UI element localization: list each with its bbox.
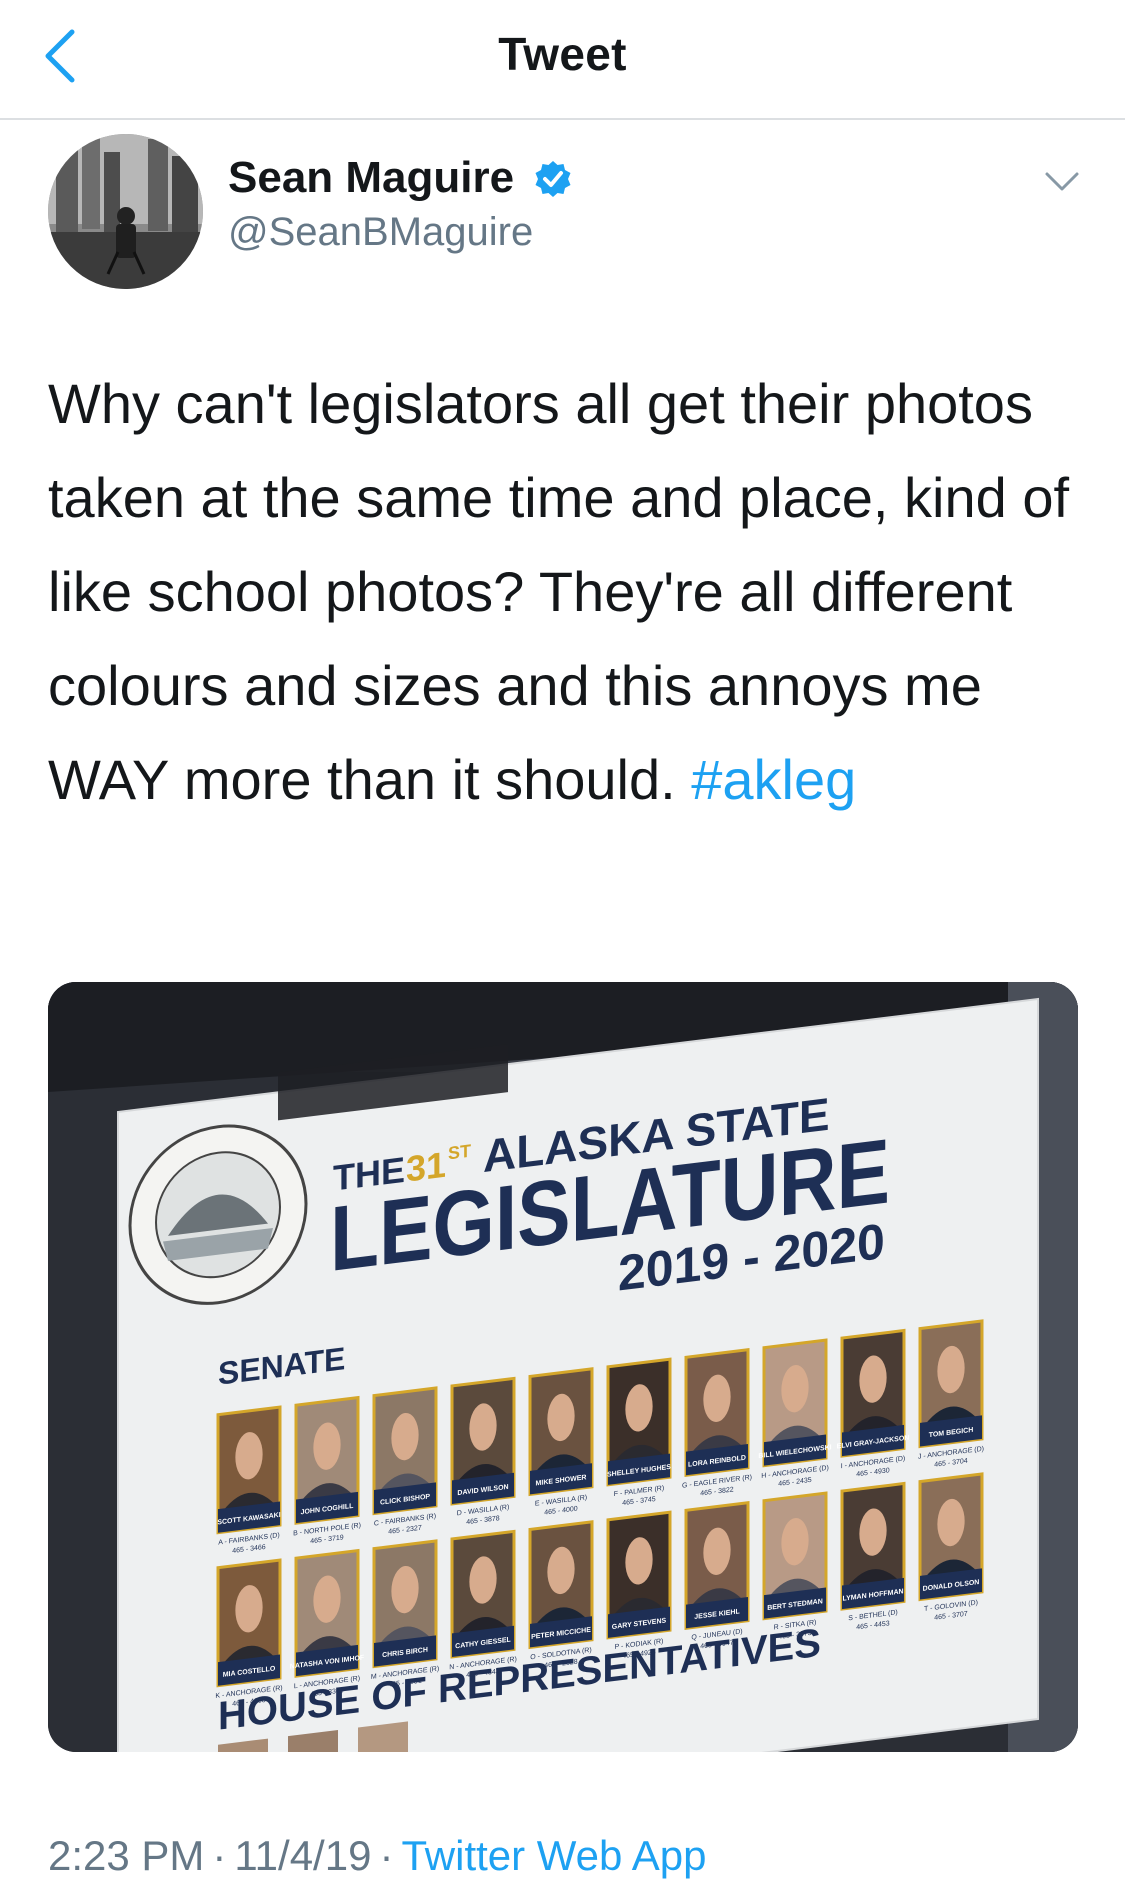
poster-photo: THE 31 ST ALASKA STATE LEGISLATURE 2019 … bbox=[48, 982, 1078, 1752]
tweet-photo[interactable]: THE 31 ST ALASKA STATE LEGISLATURE 2019 … bbox=[48, 982, 1078, 1752]
chevron-down-icon[interactable] bbox=[1044, 170, 1080, 194]
tweet-body: Why can't legislators all get their phot… bbox=[48, 372, 1070, 811]
tweet-text: Why can't legislators all get their phot… bbox=[48, 357, 1088, 827]
poster-superscript: ST bbox=[448, 1141, 471, 1164]
meta-separator: · bbox=[212, 1832, 227, 1879]
hashtag-link[interactable]: #akleg bbox=[691, 748, 856, 811]
verified-badge-icon bbox=[535, 161, 571, 197]
meta-separator: · bbox=[379, 1832, 394, 1879]
author-name[interactable]: Sean Maguire bbox=[228, 153, 514, 203]
nav-bar: Tweet bbox=[0, 0, 1125, 120]
tweet-time: 2:23 PM bbox=[48, 1832, 205, 1879]
avatar[interactable] bbox=[48, 134, 203, 289]
nav-title: Tweet bbox=[498, 28, 627, 80]
tweet-date: 11/4/19 bbox=[234, 1832, 372, 1879]
tweet-source-link[interactable]: Twitter Web App bbox=[401, 1832, 706, 1879]
tweet-meta: 2:23 PM · 11/4/19 · Twitter Web App bbox=[48, 1832, 706, 1880]
author-handle[interactable]: @SeanBMaguire bbox=[228, 210, 533, 255]
